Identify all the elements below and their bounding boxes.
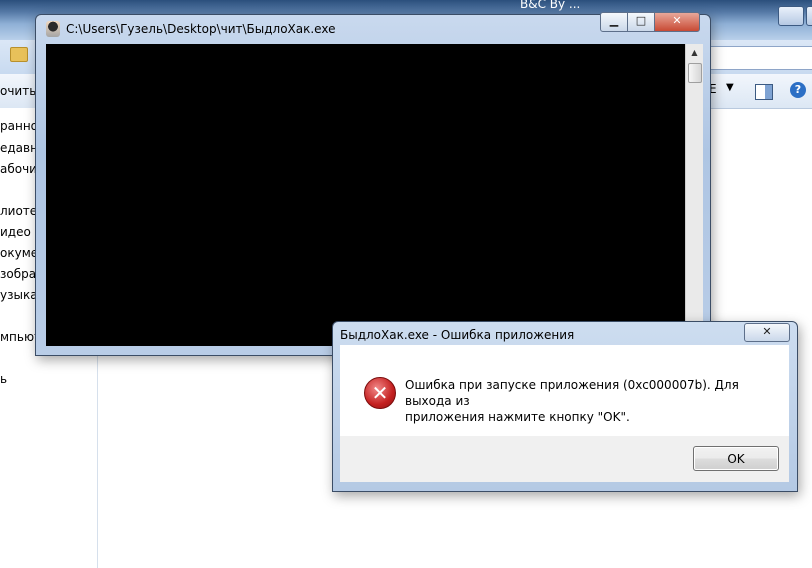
console-title: C:\Users\Гузель\Desktop\чит\БыдлоХак.exe	[66, 22, 336, 36]
preview-pane-icon[interactable]	[755, 84, 773, 100]
error-message-line-1: Ошибка при запуске приложения (0xc000007…	[405, 378, 739, 408]
nav-item-network[interactable]: ь	[0, 372, 7, 386]
explorer-title: B&C By ...	[520, 0, 581, 11]
explorer-search-box[interactable]	[700, 46, 812, 70]
dialog-title: БыдлоХак.exe - Ошибка приложения	[340, 328, 575, 342]
console-app-icon	[46, 21, 60, 37]
error-message-line-2: приложения нажмите кнопку "OK".	[405, 410, 630, 424]
nav-item-music[interactable]: узыка	[0, 288, 38, 302]
ok-button[interactable]: OK	[693, 446, 779, 471]
nav-item-video[interactable]: идео	[0, 225, 31, 239]
error-icon: ✕	[364, 377, 396, 409]
console-close-button[interactable]: ✕	[654, 12, 700, 32]
nav-item-favorites[interactable]: ранно	[0, 119, 38, 133]
console-minimize-button[interactable]: ▁	[600, 12, 628, 32]
console-output-area[interactable]	[46, 44, 685, 346]
explorer-maximize-button[interactable]	[806, 6, 812, 26]
scroll-up-icon[interactable]: ▲	[686, 44, 703, 61]
console-maximize-button[interactable]: □	[627, 12, 655, 32]
chevron-down-icon[interactable]: ▼	[726, 82, 734, 93]
explorer-minimize-button[interactable]	[778, 6, 804, 26]
organize-button[interactable]: очить	[0, 84, 36, 98]
error-message: Ошибка при запуске приложения (0xc000007…	[405, 377, 775, 425]
explorer-window-buttons	[776, 6, 812, 26]
dialog-close-button[interactable]: ✕	[744, 323, 790, 342]
console-scrollbar[interactable]: ▲	[685, 44, 703, 346]
folder-icon	[10, 47, 28, 62]
scroll-thumb[interactable]	[688, 63, 702, 83]
help-icon[interactable]: ?	[790, 82, 806, 98]
